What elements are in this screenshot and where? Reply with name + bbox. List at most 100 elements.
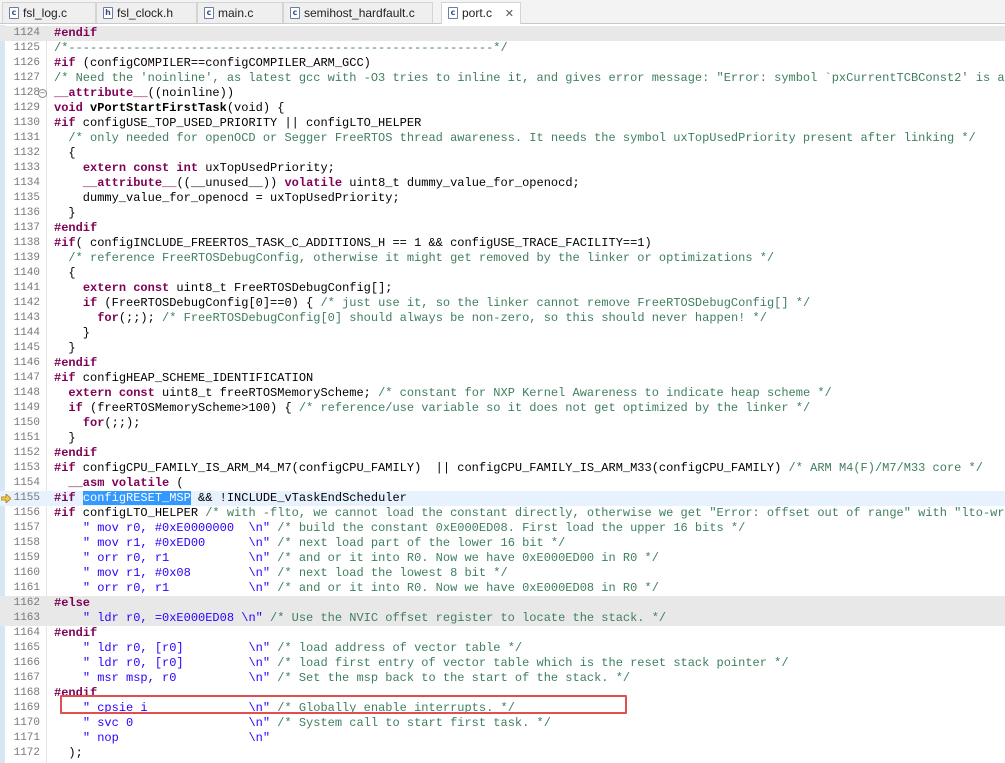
code-line[interactable]: 1155 #if configRESET_MSP && !INCLUDE_vTas… <box>0 491 1005 506</box>
line-number: 1170 <box>13 717 40 729</box>
tab-semihost-hardfault-c[interactable]: c semihost_hardfault.c <box>283 2 433 23</box>
code-text: #endif <box>54 356 97 371</box>
code-line[interactable]: 1161 " orr r0, r1 \n" /* and or it into … <box>0 581 1005 596</box>
code-text: /* only needed for openOCD or Segger Fre… <box>54 131 975 146</box>
code-line[interactable]: 1159 " orr r0, r1 \n" /* and or it into … <box>0 551 1005 566</box>
code-line[interactable]: 1137 #endif <box>0 221 1005 236</box>
code-text: #endif <box>54 446 97 461</box>
code-token: /* load first entry of vector table whic… <box>277 656 789 670</box>
code-line[interactable]: 1127 /* Need the 'noinline', as latest gc… <box>0 71 1005 86</box>
h-file-icon: h <box>103 7 113 19</box>
code-line[interactable]: 1138 #if( configINCLUDE_FREERTOS_TASK_C_A… <box>0 236 1005 251</box>
code-token: ( configINCLUDE_FREERTOS_TASK_C_ADDITION… <box>75 236 652 250</box>
code-line[interactable]: 1157 " mov r0, #0xE0000000 \n" /* build … <box>0 521 1005 536</box>
code-text: " ldr r0, =0xE000ED08 \n" /* Use the NVI… <box>54 611 666 626</box>
code-text: " mov r0, #0xE0000000 \n" /* build the c… <box>54 521 746 536</box>
code-line[interactable]: 1166 " ldr r0, [r0] \n" /* load first en… <box>0 656 1005 671</box>
tab-fsl-clock-h[interactable]: h fsl_clock.h <box>96 2 197 23</box>
code-token: /* with -flto, we cannot load the consta… <box>205 506 1005 520</box>
code-line[interactable]: 1124 #endif <box>0 26 1005 41</box>
code-line[interactable]: 1156 #if configLTO_HELPER /* with -flto, … <box>0 506 1005 521</box>
code-line[interactable]: 1140 { <box>0 266 1005 281</box>
code-line[interactable]: 1136 } <box>0 206 1005 221</box>
code-text: " orr r0, r1 \n" /* and or it into R0. N… <box>54 581 659 596</box>
code-line[interactable]: 1132 { <box>0 146 1005 161</box>
code-token: /* reference FreeRTOSDebugConfig, otherw… <box>54 251 775 265</box>
close-icon[interactable]: ✕ <box>505 4 514 23</box>
code-token: " mov r1, #0x08 \n" <box>82 566 271 580</box>
code-line[interactable]: 1150 for(;;); <box>0 416 1005 431</box>
code-token: ( <box>169 476 184 490</box>
code-line[interactable]: 1142 if (FreeRTOSDebugConfig[0]==0) { /*… <box>0 296 1005 311</box>
code-line[interactable]: 1130 #if configUSE_TOP_USED_PRIORITY || c… <box>0 116 1005 131</box>
code-text: #if configCPU_FAMILY_IS_ARM_M4_M7(config… <box>54 461 983 476</box>
code-line[interactable]: 1145 } <box>0 341 1005 356</box>
line-number: 1133 <box>13 162 40 174</box>
line-number: 1137 <box>13 222 40 234</box>
code-line[interactable]: 1135 dummy_value_for_openocd = uxTopUsed… <box>0 191 1005 206</box>
code-line[interactable]: 1126 #if (configCOMPILER==configCOMPILER_… <box>0 56 1005 71</box>
code-editor[interactable]: 1124 #endif 1125 /*------------------------… <box>0 25 1005 763</box>
line-number: 1169 <box>13 702 40 714</box>
code-line[interactable]: 1172 ); <box>0 746 1005 761</box>
code-line[interactable]: 1162 #else <box>0 596 1005 611</box>
code-line[interactable]: 1144 } <box>0 326 1005 341</box>
line-number: 1155 <box>13 492 40 504</box>
line-number: 1130 <box>13 117 40 129</box>
code-line[interactable]: 1131 /* only needed for openOCD or Segge… <box>0 131 1005 146</box>
code-text: } <box>54 206 75 221</box>
code-line[interactable]: 1170 " svc 0 \n" /* System call to start… <box>0 716 1005 731</box>
line-number: 1145 <box>13 342 40 354</box>
code-line[interactable]: 1153 #if configCPU_FAMILY_IS_ARM_M4_M7(co… <box>0 461 1005 476</box>
code-token: { <box>54 146 76 160</box>
code-line[interactable]: 1146 #endif <box>0 356 1005 371</box>
code-token: " orr r0, r1 \n" <box>82 551 271 565</box>
code-line[interactable]: 1164 #endif <box>0 626 1005 641</box>
c-file-icon: c <box>290 7 300 19</box>
code-line[interactable]: 1147 #if configHEAP_SCHEME_IDENTIFICATION <box>0 371 1005 386</box>
code-line[interactable]: 1125 /*----------------------------------… <box>0 41 1005 56</box>
line-number: 1172 <box>13 747 40 759</box>
code-line[interactable]: 1133 extern const int uxTopUsedPriority; <box>0 161 1005 176</box>
line-number: 1125 <box>13 42 40 54</box>
code-token: /* Use the NVIC offset register to locat… <box>270 611 667 625</box>
tab-main-c[interactable]: c main.c <box>197 2 283 23</box>
tab-port-c[interactable]: c port.c ✕ <box>441 2 521 24</box>
code-line[interactable]: 1128− __attribute__((noinline)) <box>0 86 1005 101</box>
code-line[interactable]: 1141 extern const uint8_t FreeRTOSDebugC… <box>0 281 1005 296</box>
line-number: 1151 <box>13 432 40 444</box>
code-line[interactable]: 1152 #endif <box>0 446 1005 461</box>
code-line[interactable]: 1160 " mov r1, #0x08 \n" /* next load th… <box>0 566 1005 581</box>
line-number: 1150 <box>13 417 40 429</box>
code-line[interactable]: 1129 void vPortStartFirstTask(void) { <box>0 101 1005 116</box>
code-token: /* and or it into R0. Now we have 0xE000… <box>277 581 659 595</box>
code-token: configHEAP_SCHEME_IDENTIFICATION <box>75 371 314 385</box>
code-line[interactable]: 1163 " ldr r0, =0xE000ED08 \n" /* Use th… <box>0 611 1005 626</box>
fold-toggle-icon[interactable]: − <box>38 89 47 98</box>
code-line[interactable]: 1167 " msr msp, r0 \n" /* Set the msp ba… <box>0 671 1005 686</box>
line-number: 1160 <box>13 567 40 579</box>
code-line[interactable]: 1143 for(;;); /* FreeRTOSDebugConfig[0] … <box>0 311 1005 326</box>
code-line[interactable]: 1171 " nop \n" <box>0 731 1005 746</box>
code-token: /* Set the msp back to the start of the … <box>277 671 631 685</box>
code-token: (;;); <box>118 311 163 325</box>
code-line[interactable]: 1158 " mov r1, #0xED00 \n" /* next load … <box>0 536 1005 551</box>
code-token: " orr r0, r1 \n" <box>82 581 271 595</box>
code-line[interactable]: 1165 " ldr r0, [r0] \n" /* load address … <box>0 641 1005 656</box>
code-line[interactable]: 1139 /* reference FreeRTOSDebugConfig, o… <box>0 251 1005 266</box>
code-line[interactable]: 1154 __asm volatile ( <box>0 476 1005 491</box>
tab-fsl-log-c[interactable]: c fsl_log.c <box>2 2 96 23</box>
code-line[interactable]: 1151 } <box>0 431 1005 446</box>
code-text: extern const uint8_t FreeRTOSDebugConfig… <box>54 281 393 296</box>
code-token: volatile <box>284 176 343 190</box>
code-line[interactable]: 1148 extern const uint8_t freeRTOSMemory… <box>0 386 1005 401</box>
code-token: void <box>54 101 83 115</box>
line-number: 1149 <box>13 402 40 414</box>
code-line[interactable]: 1134 __attribute__((__unused__)) volatil… <box>0 176 1005 191</box>
code-line[interactable]: 1149 if (freeRTOSMemoryScheme>100) { /* … <box>0 401 1005 416</box>
code-token: && !INCLUDE_vTaskEndScheduler <box>190 491 407 505</box>
